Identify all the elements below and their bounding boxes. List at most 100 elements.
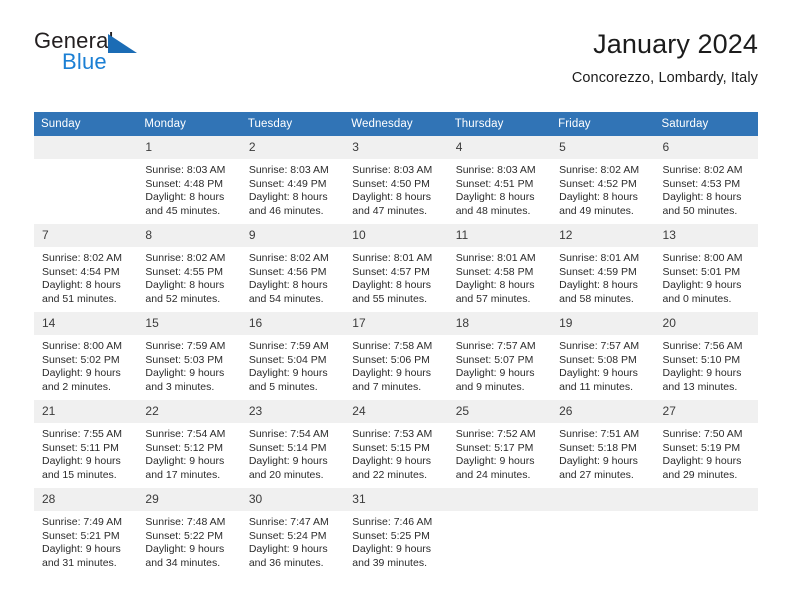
day-details: Sunrise: 7:59 AM Sunset: 5:04 PM Daylight:… — [241, 335, 344, 394]
day-number: 31 — [344, 488, 448, 511]
day-number: 24 — [344, 400, 448, 423]
page-subtitle: Concorezzo, Lombardy, Italy — [571, 70, 758, 87]
calendar-day-cell[interactable]: 26 Sunrise: 7:51 AM Sunset: 5:18 PM Dayligh… — [551, 400, 655, 488]
calendar-day-cell[interactable]: 4 Sunrise: 8:03 AM Sunset: 4:51 PM Daylight… — [447, 136, 552, 224]
sunrise-text: Sunrise: 8:03 AM — [352, 164, 433, 176]
sunset-text: Sunset: 5:01 PM — [662, 265, 741, 278]
daylight-text: Daylight: 8 hours and 52 minutes. — [145, 279, 225, 305]
day-number: 10 — [344, 224, 448, 247]
day-details: Sunrise: 7:47 AM Sunset: 5:24 PM Daylight:… — [241, 511, 344, 570]
day-number: 30 — [240, 488, 345, 511]
calendar-day-cell[interactable]: 30 Sunrise: 7:47 AM Sunset: 5:24 PM Dayligh… — [240, 488, 345, 576]
day-number: 25 — [447, 400, 552, 423]
weekday-header-thursday: Thursday — [447, 112, 552, 136]
sunrise-text: Sunrise: 7:55 AM — [42, 428, 122, 440]
day-details: Sunrise: 7:54 AM Sunset: 5:12 PM Daylight:… — [137, 423, 240, 482]
calendar-day-cell[interactable]: 10 Sunrise: 8:01 AM Sunset: 4:57 PM Dayligh… — [344, 224, 448, 312]
day-details: Sunrise: 8:03 AM Sunset: 4:49 PM Daylight:… — [241, 159, 344, 218]
weekday-header-saturday: Saturday — [654, 112, 758, 136]
daylight-text: Daylight: 8 hours and 45 minutes. — [145, 191, 225, 217]
sunset-text: Sunset: 4:57 PM — [352, 265, 430, 278]
sunrise-text: Sunrise: 8:01 AM — [559, 252, 640, 264]
day-details: Sunrise: 8:01 AM Sunset: 4:57 PM Daylight:… — [344, 247, 447, 306]
calendar-day-cell[interactable]: 17 Sunrise: 7:58 AM Sunset: 5:06 PM Dayligh… — [344, 312, 448, 400]
sunset-text: Sunset: 5:22 PM — [145, 529, 224, 542]
calendar-day-cell[interactable]: 5 Sunrise: 8:02 AM Sunset: 4:52 PM Daylight… — [551, 136, 655, 224]
day-details: Sunrise: 7:49 AM Sunset: 5:21 PM Daylight:… — [34, 511, 137, 570]
day-number: 23 — [240, 400, 345, 423]
calendar-day-cell[interactable]: 14 Sunrise: 8:00 AM Sunset: 5:02 PM Dayligh… — [34, 312, 138, 400]
sunset-text: Sunset: 5:08 PM — [559, 353, 637, 366]
sunrise-text: Sunrise: 8:01 AM — [352, 252, 433, 264]
sunset-text: Sunset: 5:06 PM — [352, 353, 430, 366]
calendar-day-cell[interactable]: 23 Sunrise: 7:54 AM Sunset: 5:14 PM Dayligh… — [240, 400, 345, 488]
sunset-text: Sunset: 5:25 PM — [352, 529, 430, 542]
calendar-day-cell[interactable]: 21 Sunrise: 7:55 AM Sunset: 5:11 PM Dayligh… — [34, 400, 138, 488]
calendar-day-cell[interactable]: 27 Sunrise: 7:50 AM Sunset: 5:19 PM Dayligh… — [654, 400, 758, 488]
day-details: Sunrise: 8:03 AM Sunset: 4:51 PM Daylight:… — [448, 159, 551, 218]
sunrise-text: Sunrise: 7:59 AM — [145, 340, 226, 352]
calendar-week-row: 14 Sunrise: 8:00 AM Sunset: 5:02 PM Dayligh… — [34, 312, 758, 400]
calendar-day-cell[interactable]: 1 Sunrise: 8:03 AM Sunset: 4:48 PM Daylight… — [137, 136, 241, 224]
calendar-day-cell-empty — [654, 488, 758, 576]
day-number: 2 — [240, 136, 345, 159]
calendar-day-cell[interactable]: 13 Sunrise: 8:00 AM Sunset: 5:01 PM Dayligh… — [654, 224, 758, 312]
daylight-text: Daylight: 9 hours and 5 minutes. — [248, 367, 328, 393]
calendar-day-cell[interactable]: 28 Sunrise: 7:49 AM Sunset: 5:21 PM Dayligh… — [34, 488, 138, 576]
sunset-text: Sunset: 4:54 PM — [42, 265, 120, 278]
calendar-day-cell[interactable]: 3 Sunrise: 8:03 AM Sunset: 4:50 PM Daylight… — [344, 136, 448, 224]
day-details: Sunrise: 7:53 AM Sunset: 5:15 PM Daylight:… — [344, 423, 447, 482]
sunrise-text: Sunrise: 7:57 AM — [455, 340, 536, 352]
calendar-day-cell[interactable]: 16 Sunrise: 7:59 AM Sunset: 5:04 PM Dayligh… — [240, 312, 345, 400]
calendar-day-cell[interactable]: 2 Sunrise: 8:03 AM Sunset: 4:49 PM Daylight… — [240, 136, 345, 224]
calendar-day-cell[interactable]: 11 Sunrise: 8:01 AM Sunset: 4:58 PM Dayligh… — [447, 224, 552, 312]
calendar-day-cell[interactable]: 19 Sunrise: 7:57 AM Sunset: 5:08 PM Dayligh… — [551, 312, 655, 400]
sunrise-text: Sunrise: 7:58 AM — [352, 340, 433, 352]
sunset-text: Sunset: 5:15 PM — [352, 441, 430, 454]
sunrise-text: Sunrise: 7:48 AM — [145, 516, 226, 528]
sunset-text: Sunset: 5:04 PM — [248, 353, 327, 366]
sunrise-text: Sunrise: 7:50 AM — [662, 428, 743, 440]
calendar-day-cell[interactable]: 24 Sunrise: 7:53 AM Sunset: 5:15 PM Dayligh… — [344, 400, 448, 488]
daylight-text: Daylight: 9 hours and 36 minutes. — [248, 543, 328, 569]
day-number: 19 — [551, 312, 655, 335]
day-number: 8 — [137, 224, 241, 247]
calendar-day-cell[interactable]: 7 Sunrise: 8:02 AM Sunset: 4:54 PM Daylight… — [34, 224, 138, 312]
daylight-text: Daylight: 8 hours and 57 minutes. — [455, 279, 535, 305]
page-title: January 2024 — [593, 29, 758, 59]
day-number — [551, 488, 655, 511]
sunset-text: Sunset: 4:51 PM — [455, 177, 534, 190]
daylight-text: Daylight: 9 hours and 17 minutes. — [145, 455, 225, 481]
daylight-text: Daylight: 8 hours and 58 minutes. — [559, 279, 638, 305]
day-number: 20 — [654, 312, 758, 335]
calendar-day-cell[interactable]: 15 Sunrise: 7:59 AM Sunset: 5:03 PM Dayligh… — [137, 312, 241, 400]
day-number — [654, 488, 758, 511]
day-number: 22 — [137, 400, 241, 423]
daylight-text: Daylight: 9 hours and 39 minutes. — [352, 543, 432, 569]
calendar-day-cell[interactable]: 12 Sunrise: 8:01 AM Sunset: 4:59 PM Dayligh… — [551, 224, 655, 312]
calendar-day-cell[interactable]: 22 Sunrise: 7:54 AM Sunset: 5:12 PM Dayligh… — [137, 400, 241, 488]
sunrise-text: Sunrise: 8:00 AM — [42, 340, 122, 352]
sunrise-text: Sunrise: 8:02 AM — [145, 252, 226, 264]
calendar-day-cell[interactable]: 18 Sunrise: 7:57 AM Sunset: 5:07 PM Dayligh… — [447, 312, 552, 400]
calendar-page: General Blue January 2024 Concorezzo, Lo… — [0, 0, 792, 612]
title-block: January 2024 Concorezzo, Lombardy, Italy — [571, 28, 758, 87]
day-number — [447, 488, 552, 511]
calendar-day-cell[interactable]: 31 Sunrise: 7:46 AM Sunset: 5:25 PM Dayligh… — [344, 488, 448, 576]
sunset-text: Sunset: 5:21 PM — [42, 529, 120, 542]
sunset-text: Sunset: 4:56 PM — [248, 265, 327, 278]
calendar-day-cell[interactable]: 20 Sunrise: 7:56 AM Sunset: 5:10 PM Dayligh… — [654, 312, 758, 400]
sunrise-text: Sunrise: 7:53 AM — [352, 428, 433, 440]
daylight-text: Daylight: 9 hours and 11 minutes. — [559, 367, 638, 393]
calendar-day-cell[interactable]: 29 Sunrise: 7:48 AM Sunset: 5:22 PM Dayligh… — [137, 488, 241, 576]
sunset-text: Sunset: 5:02 PM — [42, 353, 120, 366]
calendar-day-cell[interactable]: 9 Sunrise: 8:02 AM Sunset: 4:56 PM Daylight… — [240, 224, 345, 312]
calendar-day-cell-empty — [34, 136, 138, 224]
calendar-day-cell[interactable]: 6 Sunrise: 8:02 AM Sunset: 4:53 PM Daylight… — [654, 136, 758, 224]
day-details: Sunrise: 7:52 AM Sunset: 5:17 PM Daylight:… — [448, 423, 551, 482]
calendar-day-cell[interactable]: 8 Sunrise: 8:02 AM Sunset: 4:55 PM Daylight… — [137, 224, 241, 312]
calendar-day-cell[interactable]: 25 Sunrise: 7:52 AM Sunset: 5:17 PM Dayligh… — [447, 400, 552, 488]
day-details: Sunrise: 7:51 AM Sunset: 5:18 PM Daylight:… — [551, 423, 654, 482]
daylight-text: Daylight: 9 hours and 15 minutes. — [42, 455, 121, 481]
sunrise-text: Sunrise: 7:52 AM — [455, 428, 536, 440]
